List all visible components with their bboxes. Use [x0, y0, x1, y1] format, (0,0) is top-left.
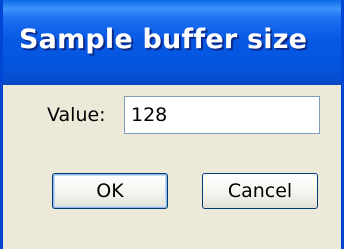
cancel-button[interactable]: Cancel	[202, 173, 318, 209]
title-bar[interactable]: Sample buffer size	[3, 0, 341, 85]
sample-buffer-size-dialog: Sample buffer size Value: OK Cancel	[0, 0, 344, 249]
value-input[interactable]	[124, 96, 320, 134]
ok-button[interactable]: OK	[52, 173, 168, 209]
window-title: Sample buffer size	[19, 24, 308, 55]
value-label: Value:	[47, 104, 106, 126]
